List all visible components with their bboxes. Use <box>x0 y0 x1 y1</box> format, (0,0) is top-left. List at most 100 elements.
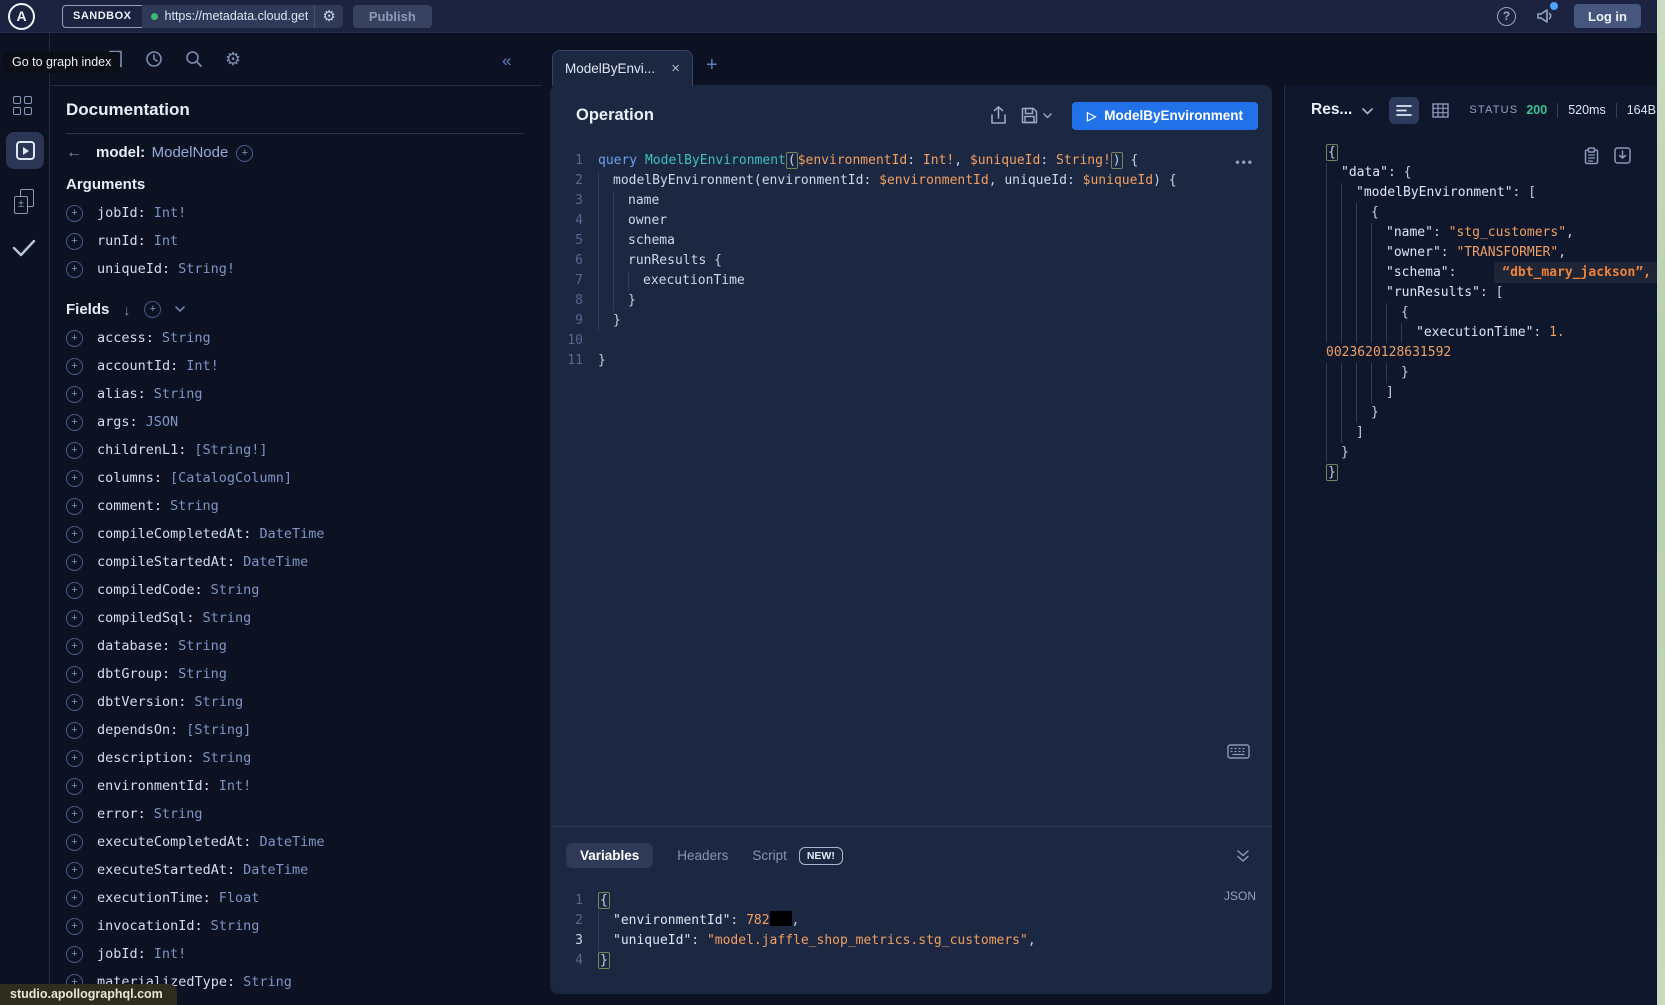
run-operation-button[interactable]: ▷ ModelByEnvironment <box>1072 102 1258 130</box>
field-name[interactable]: invocationId: <box>97 918 203 934</box>
editor-menu-icon[interactable]: ••• <box>1235 155 1254 169</box>
field-type[interactable]: String <box>243 974 292 990</box>
add-type-button[interactable]: + <box>236 145 253 162</box>
field-type[interactable]: Int! <box>154 946 187 962</box>
tab-modelbyenvironment[interactable]: ModelByEnvi... × <box>552 50 693 86</box>
field-name[interactable]: args: <box>97 414 138 430</box>
collapse-sidebar-icon[interactable]: « <box>502 51 511 71</box>
field-name[interactable]: error: <box>97 806 146 822</box>
add-to-query-button[interactable]: + <box>66 582 83 599</box>
add-to-query-button[interactable]: + <box>66 722 83 739</box>
add-to-query-button[interactable]: + <box>66 470 83 487</box>
field-type[interactable]: [String!] <box>194 442 267 458</box>
tab-headers[interactable]: Headers <box>677 848 728 863</box>
field-type[interactable]: Int! <box>186 358 219 374</box>
field-name[interactable]: compileCompletedAt: <box>97 526 251 542</box>
response-body[interactable]: {"data": {"modelByEnvironment": [{"name"… <box>1285 135 1657 483</box>
copy-response-icon[interactable] <box>1584 147 1599 165</box>
field-name[interactable]: comment: <box>97 498 162 514</box>
history-icon[interactable] <box>145 50 163 68</box>
add-to-query-button[interactable]: + <box>66 442 83 459</box>
back-arrow-icon[interactable]: ← <box>66 144 88 162</box>
field-name[interactable]: executionTime: <box>97 890 211 906</box>
field-name[interactable]: columns: <box>97 470 162 486</box>
field-type[interactable]: DateTime <box>259 834 324 850</box>
tab-variables[interactable]: Variables <box>566 843 653 868</box>
add-to-query-button[interactable]: + <box>66 694 83 711</box>
field-type[interactable]: JSON <box>146 414 179 430</box>
field-type[interactable]: String <box>154 806 203 822</box>
field-name[interactable]: executeStartedAt: <box>97 862 235 878</box>
field-type[interactable]: String <box>178 666 227 682</box>
announcements-megaphone-icon[interactable] <box>1535 6 1555 26</box>
field-type[interactable]: [String] <box>186 722 251 738</box>
raw-view-toggle-icon[interactable] <box>1389 97 1419 124</box>
keyboard-shortcuts-icon[interactable] <box>1227 744 1250 759</box>
login-button[interactable]: Log in <box>1574 4 1641 28</box>
field-name[interactable]: dbtGroup: <box>97 666 170 682</box>
field-type[interactable]: DateTime <box>243 554 308 570</box>
publish-button[interactable]: Publish <box>353 5 432 28</box>
help-icon[interactable]: ? <box>1497 7 1516 26</box>
field-type[interactable]: String <box>211 918 260 934</box>
add-to-query-button[interactable]: + <box>66 778 83 795</box>
response-dropdown[interactable]: Res... <box>1311 101 1352 119</box>
field-type[interactable]: [CatalogColumn] <box>170 470 292 486</box>
endpoint-url-input[interactable]: https://metadata.cloud.get ⚙ <box>142 5 343 28</box>
tab-script[interactable]: Script <box>752 848 787 863</box>
field-type[interactable]: String <box>203 610 252 626</box>
field-name[interactable]: database: <box>97 638 170 654</box>
field-name[interactable]: environmentId: <box>97 778 211 794</box>
add-to-query-button[interactable]: + <box>66 862 83 879</box>
add-to-query-button[interactable]: + <box>66 498 83 515</box>
add-to-query-button[interactable]: + <box>66 233 83 250</box>
new-tab-button[interactable]: + <box>706 54 718 77</box>
doc-type-name[interactable]: ModelNode <box>152 144 229 161</box>
field-name[interactable]: runId: <box>97 233 146 249</box>
field-type[interactable]: Float <box>219 890 260 906</box>
add-to-query-button[interactable]: + <box>66 946 83 963</box>
field-type[interactable]: Int <box>154 233 178 249</box>
sort-fields-icon[interactable]: ↓ <box>123 302 130 318</box>
operation-collections-icon[interactable]: ± <box>14 189 34 214</box>
field-name[interactable]: jobId: <box>97 205 146 221</box>
sidebar-item-explorer[interactable] <box>6 132 44 169</box>
field-type[interactable]: String <box>154 386 203 402</box>
field-name[interactable]: compiledSql: <box>97 610 195 626</box>
save-operation-control[interactable] <box>1021 107 1052 124</box>
field-type[interactable]: String <box>194 694 243 710</box>
add-to-query-button[interactable]: + <box>66 554 83 571</box>
apollo-logo[interactable]: A <box>8 3 35 30</box>
add-to-query-button[interactable]: + <box>66 526 83 543</box>
field-name[interactable]: alias: <box>97 386 146 402</box>
field-type[interactable]: String <box>211 582 260 598</box>
add-to-query-button[interactable]: + <box>66 666 83 683</box>
response-chevron-icon[interactable] <box>1362 108 1373 115</box>
field-type[interactable]: String! <box>178 261 235 277</box>
field-type[interactable]: String <box>170 498 219 514</box>
field-type[interactable]: Int! <box>219 778 252 794</box>
add-to-query-button[interactable]: + <box>66 806 83 823</box>
checks-icon[interactable] <box>11 237 37 259</box>
field-name[interactable]: compiledCode: <box>97 582 203 598</box>
settings-gear-icon[interactable]: ⚙ <box>225 49 241 70</box>
add-to-query-button[interactable]: + <box>66 414 83 431</box>
field-type[interactable]: DateTime <box>243 862 308 878</box>
add-to-query-button[interactable]: + <box>66 638 83 655</box>
connection-settings-gear-icon[interactable]: ⚙ <box>314 5 342 28</box>
add-to-query-button[interactable]: + <box>66 386 83 403</box>
download-response-icon[interactable] <box>1614 147 1631 164</box>
field-type[interactable]: String <box>203 750 252 766</box>
close-tab-icon[interactable]: × <box>671 60 680 77</box>
field-name[interactable]: compileStartedAt: <box>97 554 235 570</box>
query-editor[interactable]: 1query ModelByEnvironment($environmentId… <box>550 147 1272 825</box>
field-name[interactable]: access: <box>97 330 154 346</box>
field-name[interactable]: accountId: <box>97 358 178 374</box>
add-to-query-button[interactable]: + <box>66 890 83 907</box>
add-to-query-button[interactable]: + <box>66 261 83 278</box>
field-name[interactable]: description: <box>97 750 195 766</box>
add-to-query-button[interactable]: + <box>66 358 83 375</box>
field-name[interactable]: uniqueId: <box>97 261 170 277</box>
chevron-down-icon[interactable] <box>175 306 185 313</box>
add-all-fields-button[interactable]: + <box>144 301 161 318</box>
